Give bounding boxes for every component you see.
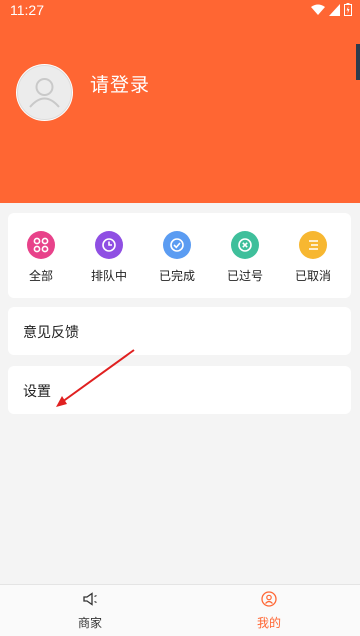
default-avatar-icon xyxy=(17,65,72,120)
tab-mine[interactable]: 我的 xyxy=(239,591,299,631)
tab-merchants-label: 商家 xyxy=(77,616,102,630)
status-icons xyxy=(311,3,352,16)
avatar[interactable] xyxy=(16,64,73,121)
order-all-label: 全部 xyxy=(28,269,53,283)
order-queuing-label: 排队中 xyxy=(90,269,127,283)
status-time: 11:27 xyxy=(10,2,44,18)
order-status-card: 全部 排队中 已完成 已过号 已取消 xyxy=(8,213,351,298)
x-circle-icon xyxy=(231,231,259,259)
edge-marker xyxy=(356,44,360,80)
order-cancelled-label: 已取消 xyxy=(294,269,331,283)
settings-label: 设置 xyxy=(23,384,51,400)
tab-merchants[interactable]: 商家 xyxy=(60,591,120,631)
check-circle-icon xyxy=(163,231,191,259)
order-completed-label: 已完成 xyxy=(158,269,195,283)
speaker-icon xyxy=(83,592,97,606)
wifi-icon xyxy=(311,4,325,15)
status-bar: 11:27 xyxy=(0,0,360,22)
settings-row[interactable]: 设置 xyxy=(8,366,351,414)
order-queuing[interactable]: 排队中 xyxy=(81,231,137,284)
order-missed-label: 已过号 xyxy=(226,269,263,283)
clock-icon xyxy=(95,231,123,259)
user-circle-icon xyxy=(261,591,277,607)
order-cancelled[interactable]: 已取消 xyxy=(285,231,341,284)
profile-header: 11:27 请登录 xyxy=(0,0,360,203)
list-icon xyxy=(299,231,327,259)
order-all[interactable]: 全部 xyxy=(13,231,69,284)
feedback-row[interactable]: 意见反馈 xyxy=(8,307,351,355)
login-prompt[interactable]: 请登录 xyxy=(90,70,150,97)
grid-icon xyxy=(27,231,55,259)
order-completed[interactable]: 已完成 xyxy=(149,231,205,284)
order-missed[interactable]: 已过号 xyxy=(217,231,273,284)
bottom-tab-bar: 商家 我的 xyxy=(0,584,360,636)
tab-mine-label: 我的 xyxy=(256,616,281,630)
signal-icon xyxy=(329,3,340,16)
battery-icon xyxy=(344,3,352,16)
feedback-label: 意见反馈 xyxy=(23,325,79,341)
